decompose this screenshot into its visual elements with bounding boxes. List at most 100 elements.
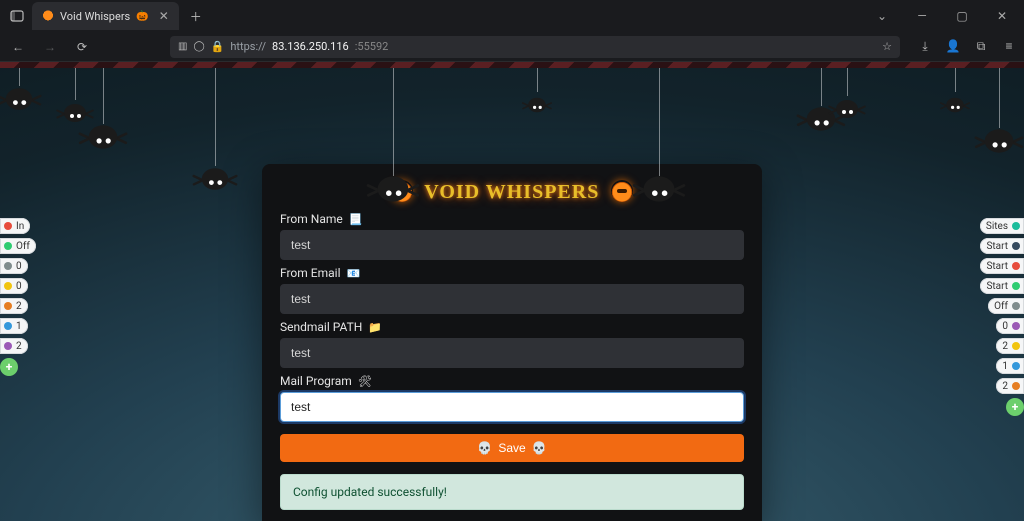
folder-icon: 📁	[368, 321, 382, 334]
left-pill[interactable]: 2	[0, 298, 28, 314]
tools-icon: 🛠	[358, 375, 372, 388]
tab-title: Void Whispers	[60, 10, 130, 23]
spider-thread	[659, 68, 660, 176]
right-pill[interactable]: 0	[996, 318, 1024, 334]
nav-forward-icon[interactable]: →	[38, 35, 62, 59]
url-port: :55592	[355, 40, 389, 53]
right-pill[interactable]: Off	[988, 298, 1024, 314]
permissions-icon[interactable]: ◯	[193, 41, 204, 52]
success-alert-text: Config updated successfully!	[293, 485, 447, 499]
browser-tab[interactable]: Void Whispers 🎃 ✕	[32, 2, 179, 30]
nav-reload-icon[interactable]: ⟳	[70, 35, 94, 59]
email-icon: 📧	[346, 267, 360, 280]
window-overflow-icon[interactable]: ⌄	[866, 9, 898, 23]
pill-label: Off	[16, 241, 30, 252]
browser-toolbar: ← → ⟳ ▥ ◯ 🔒 https:// 83.136.250.116 :555…	[0, 32, 1024, 62]
nav-back-icon[interactable]: ←	[6, 35, 30, 59]
url-scheme: https://	[230, 40, 266, 53]
status-dot-icon	[4, 342, 12, 350]
add-button[interactable]: +	[1006, 398, 1024, 416]
window-minimize-icon[interactable]: —	[906, 9, 938, 23]
right-pill[interactable]: Start	[980, 238, 1024, 254]
memo-icon: 📃	[349, 213, 363, 226]
status-dot-icon	[1012, 322, 1020, 330]
left-pill[interactable]: Off	[0, 238, 36, 254]
spider-icon	[369, 171, 417, 207]
status-dot-icon	[4, 322, 12, 330]
mail-program-label-text: Mail Program	[280, 374, 352, 388]
pill-label: In	[16, 221, 24, 232]
pill-label: Sites	[986, 221, 1008, 232]
spider-icon	[81, 120, 125, 154]
right-pill[interactable]: Start	[980, 258, 1024, 274]
pill-label: 2	[16, 341, 22, 352]
right-pill[interactable]: Sites	[980, 218, 1024, 234]
add-button[interactable]: +	[0, 358, 18, 376]
bookmark-star-icon[interactable]: ☆	[882, 40, 892, 53]
spider-icon	[941, 95, 968, 116]
mail-program-input[interactable]	[280, 392, 744, 422]
from-email-label-text: From Email	[280, 266, 340, 280]
pill-label: Off	[994, 301, 1008, 312]
left-pill[interactable]: 0	[0, 278, 28, 294]
spider-thread	[215, 68, 216, 166]
spider-icon	[523, 95, 550, 116]
window-controls: ⌄ — ▢ ✕	[866, 9, 1024, 23]
status-dot-icon	[4, 242, 12, 250]
from-email-label: From Email 📧	[280, 266, 744, 280]
status-dot-icon	[1012, 382, 1020, 390]
window-close-icon[interactable]: ✕	[986, 9, 1018, 23]
tab-favicon-emoji: 🎃	[136, 11, 148, 22]
spider-icon	[977, 124, 1021, 158]
right-pill[interactable]: Start	[980, 278, 1024, 294]
pill-label: Start	[986, 281, 1008, 292]
left-pill[interactable]: 2	[0, 338, 28, 354]
from-email-input[interactable]	[280, 284, 744, 314]
extensions-icon[interactable]: ⧉	[972, 39, 990, 54]
save-button-label: Save	[498, 441, 525, 455]
menu-icon[interactable]: ≡	[1000, 39, 1018, 54]
address-bar[interactable]: ▥ ◯ 🔒 https:// 83.136.250.116 :55592 ☆	[170, 36, 900, 58]
pill-label: 2	[1002, 341, 1008, 352]
downloads-icon[interactable]: ⤓	[916, 39, 934, 54]
spider-thread	[537, 68, 538, 92]
lock-icon[interactable]: 🔒	[211, 40, 225, 53]
sidebar-toggle-icon[interactable]	[8, 7, 26, 25]
url-host: 83.136.250.116	[272, 40, 349, 53]
page-title-text: VOID WHISPERS	[424, 181, 599, 203]
from-name-label-text: From Name	[280, 212, 343, 226]
spider-icon	[830, 96, 864, 122]
from-name-input[interactable]	[280, 230, 744, 260]
spider-thread	[393, 68, 394, 176]
spider-thread	[955, 68, 956, 92]
tab-close-icon[interactable]: ✕	[159, 9, 169, 23]
right-pill[interactable]: 2	[996, 338, 1024, 354]
pill-label: 0	[16, 281, 22, 292]
left-pill[interactable]: 1	[0, 318, 28, 334]
window-maximize-icon[interactable]: ▢	[946, 9, 978, 23]
pill-label: Start	[986, 261, 1008, 272]
pill-label: 2	[16, 301, 22, 312]
settings-card: VOID WHISPERS From Name 📃 From Email 📧 S…	[262, 164, 762, 521]
pill-label: 1	[16, 321, 22, 332]
spider-thread	[821, 68, 822, 106]
right-pill[interactable]: 2	[996, 378, 1024, 394]
new-tab-button[interactable]: ＋	[185, 5, 207, 27]
sendmail-path-label: Sendmail PATH 📁	[280, 320, 744, 334]
spider-thread	[999, 68, 1000, 128]
tracking-shield-icon[interactable]: ▥	[178, 41, 187, 52]
sendmail-path-input[interactable]	[280, 338, 744, 368]
left-pill[interactable]: 0	[0, 258, 28, 274]
account-icon[interactable]: 👤	[944, 39, 962, 54]
status-dot-icon	[1012, 222, 1020, 230]
page-content: In Off 0 0 2 1 2 + Sites Start Start Start Off 0 2 1 2 +…	[0, 68, 1024, 521]
left-pill-stack: In Off 0 0 2 1 2 +	[0, 218, 36, 376]
tab-strip: Void Whispers 🎃 ✕ ＋	[0, 0, 207, 32]
spider-icon	[0, 83, 39, 114]
right-pill-stack: Sites Start Start Start Off 0 2 1 2 +	[980, 218, 1024, 416]
status-dot-icon	[4, 262, 12, 270]
left-pill[interactable]: In	[0, 218, 30, 234]
right-pill[interactable]: 1	[996, 358, 1024, 374]
save-button[interactable]: 💀 Save 💀	[280, 434, 744, 462]
success-alert: Config updated successfully!	[280, 474, 744, 510]
